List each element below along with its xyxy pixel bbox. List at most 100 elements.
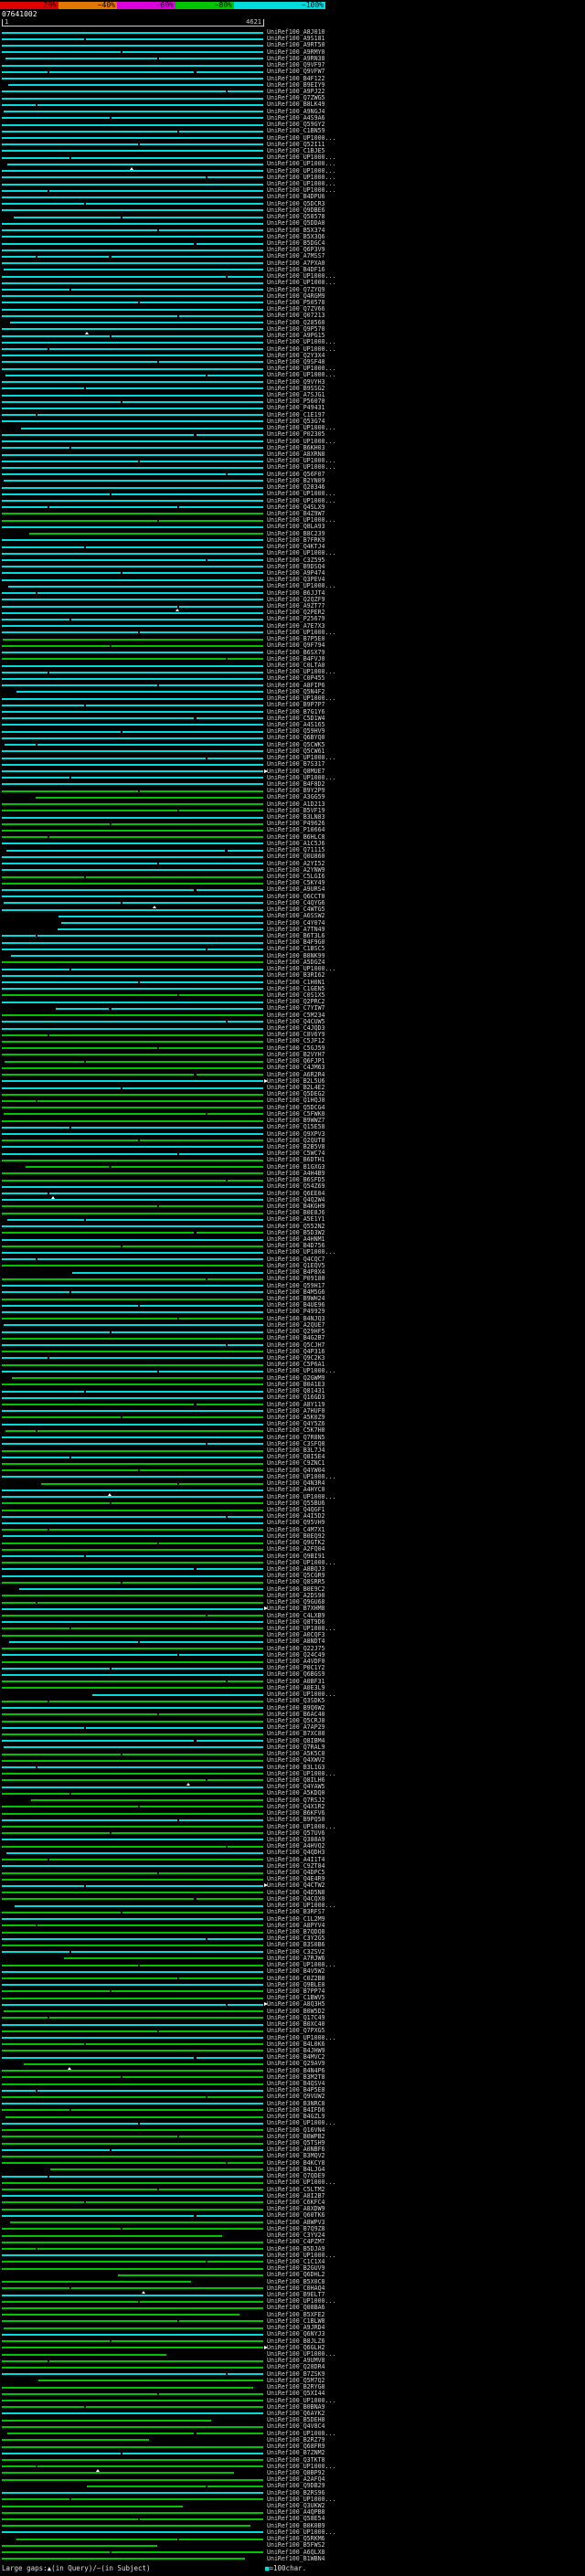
alignment-bar[interactable] (37, 2465, 263, 2468)
alignment-bar[interactable] (2, 367, 263, 370)
alignment-bar[interactable] (2, 1884, 84, 1887)
alignment-bar[interactable] (2, 525, 263, 528)
alignment-bar[interactable] (2, 1740, 195, 1743)
alignment-bar[interactable] (85, 203, 263, 206)
alignment-bar[interactable] (2, 2518, 138, 2520)
alignment-bar[interactable] (5, 1060, 84, 1063)
alignment-bar[interactable] (139, 302, 263, 304)
alignment-bar[interactable] (111, 2340, 263, 2343)
alignment-bar[interactable] (21, 427, 263, 429)
alignment-bar[interactable] (139, 1640, 263, 1643)
alignment-bar[interactable] (2, 882, 263, 885)
alignment-bar[interactable] (2, 1225, 263, 1228)
alignment-bar[interactable] (2, 816, 263, 819)
alignment-bar[interactable] (2, 618, 70, 620)
alignment-bar[interactable] (2, 2306, 263, 2309)
alignment-bar[interactable] (2, 605, 177, 608)
alignment-bar[interactable] (2, 1001, 263, 1003)
alignment-bar[interactable] (2, 466, 263, 469)
alignment-bar[interactable] (2, 863, 158, 865)
alignment-bar[interactable] (2, 625, 263, 628)
alignment-bar[interactable] (2, 1370, 158, 1373)
alignment-bar[interactable] (2, 2181, 263, 2184)
alignment-bar[interactable] (2, 229, 158, 232)
alignment-bar[interactable] (207, 1615, 263, 1617)
alignment-bar[interactable] (2, 1951, 70, 1954)
alignment-bar[interactable] (2, 2037, 263, 2039)
alignment-bar[interactable] (2, 1502, 110, 1505)
alignment-bar[interactable] (48, 70, 195, 73)
alignment-bar[interactable] (2, 1140, 138, 1142)
alignment-bar[interactable] (2, 275, 226, 278)
alignment-bar[interactable] (2, 1462, 263, 1465)
alignment-bar[interactable] (2, 78, 263, 80)
alignment-bar[interactable] (37, 1601, 263, 1604)
alignment-bar[interactable] (2, 143, 138, 146)
alignment-bar[interactable] (2, 2445, 263, 2448)
alignment-bar[interactable] (4, 744, 37, 747)
alignment-bar[interactable] (2, 473, 226, 476)
alignment-bar[interactable] (2, 790, 138, 792)
alignment-bar[interactable] (2, 1383, 263, 1386)
alignment-bar[interactable] (2, 1568, 195, 1571)
alignment-bar[interactable] (85, 1390, 263, 1393)
alignment-bar[interactable] (2, 2136, 177, 2138)
alignment-bar[interactable] (2, 1607, 263, 1610)
alignment-bar[interactable] (2, 1232, 195, 1235)
alignment-bar[interactable] (196, 2214, 263, 2217)
alignment-bar[interactable] (2, 1093, 263, 1096)
alignment-bar[interactable] (2, 117, 110, 120)
alignment-bar[interactable] (7, 585, 263, 588)
alignment-bar[interactable] (16, 691, 263, 694)
alignment-bar[interactable] (2, 1396, 263, 1399)
alignment-bar[interactable] (122, 2076, 263, 2079)
alignment-bar[interactable] (2, 1707, 263, 1710)
alignment-bar[interactable] (2, 1720, 263, 1723)
alignment-bar[interactable] (159, 1542, 263, 1544)
alignment-bar[interactable] (2, 1700, 48, 1702)
alignment-bar[interactable] (71, 777, 263, 779)
alignment-bar[interactable] (2, 103, 37, 106)
alignment-bar[interactable] (2, 31, 263, 34)
alignment-bar[interactable] (2, 2043, 84, 2046)
alignment-bar[interactable] (37, 103, 263, 106)
alignment-bar[interactable] (139, 143, 263, 146)
alignment-bar[interactable] (196, 1568, 263, 1571)
alignment-bar[interactable] (159, 1047, 263, 1050)
alignment-bar[interactable] (37, 592, 263, 595)
alignment-bar[interactable] (2, 1648, 263, 1650)
alignment-bar[interactable] (2, 2076, 121, 2079)
alignment-bar[interactable] (139, 1964, 263, 1966)
alignment-bar[interactable] (25, 1166, 110, 1169)
alignment-bar[interactable] (227, 1021, 263, 1023)
alignment-bar[interactable] (2, 1080, 263, 1083)
alignment-bar[interactable] (2, 97, 263, 100)
alignment-bar[interactable] (71, 289, 263, 292)
alignment-bar[interactable] (2, 810, 177, 812)
alignment-bar[interactable] (3, 638, 263, 641)
alignment-bar[interactable] (2, 203, 84, 206)
alignment-bar[interactable] (2, 64, 263, 67)
alignment-bar[interactable] (71, 2498, 263, 2501)
alignment-bar[interactable] (2, 908, 263, 911)
alignment-bar[interactable] (159, 361, 263, 364)
alignment-bar[interactable] (227, 1845, 263, 1848)
alignment-bar[interactable] (2, 1529, 48, 1532)
alignment-bar[interactable] (2, 981, 138, 983)
alignment-bar[interactable] (2, 2089, 37, 2092)
alignment-bar[interactable] (2, 1944, 263, 1946)
alignment-bar[interactable] (2, 961, 263, 964)
alignment-bar[interactable] (2, 355, 263, 357)
alignment-bar[interactable] (2, 2492, 263, 2495)
alignment-bar[interactable] (3, 269, 263, 271)
alignment-bar[interactable] (71, 618, 263, 620)
alignment-bar[interactable] (2, 1034, 48, 1036)
alignment-bar[interactable] (2, 2148, 110, 2151)
alignment-bar[interactable] (48, 1357, 263, 1360)
alignment-bar[interactable] (179, 2320, 263, 2323)
alignment-bar[interactable] (2, 1615, 206, 1617)
alignment-bar[interactable] (2, 1443, 206, 1446)
alignment-bar[interactable] (2, 2294, 263, 2296)
alignment-bar[interactable] (85, 875, 263, 878)
alignment-bar[interactable] (8, 84, 263, 87)
